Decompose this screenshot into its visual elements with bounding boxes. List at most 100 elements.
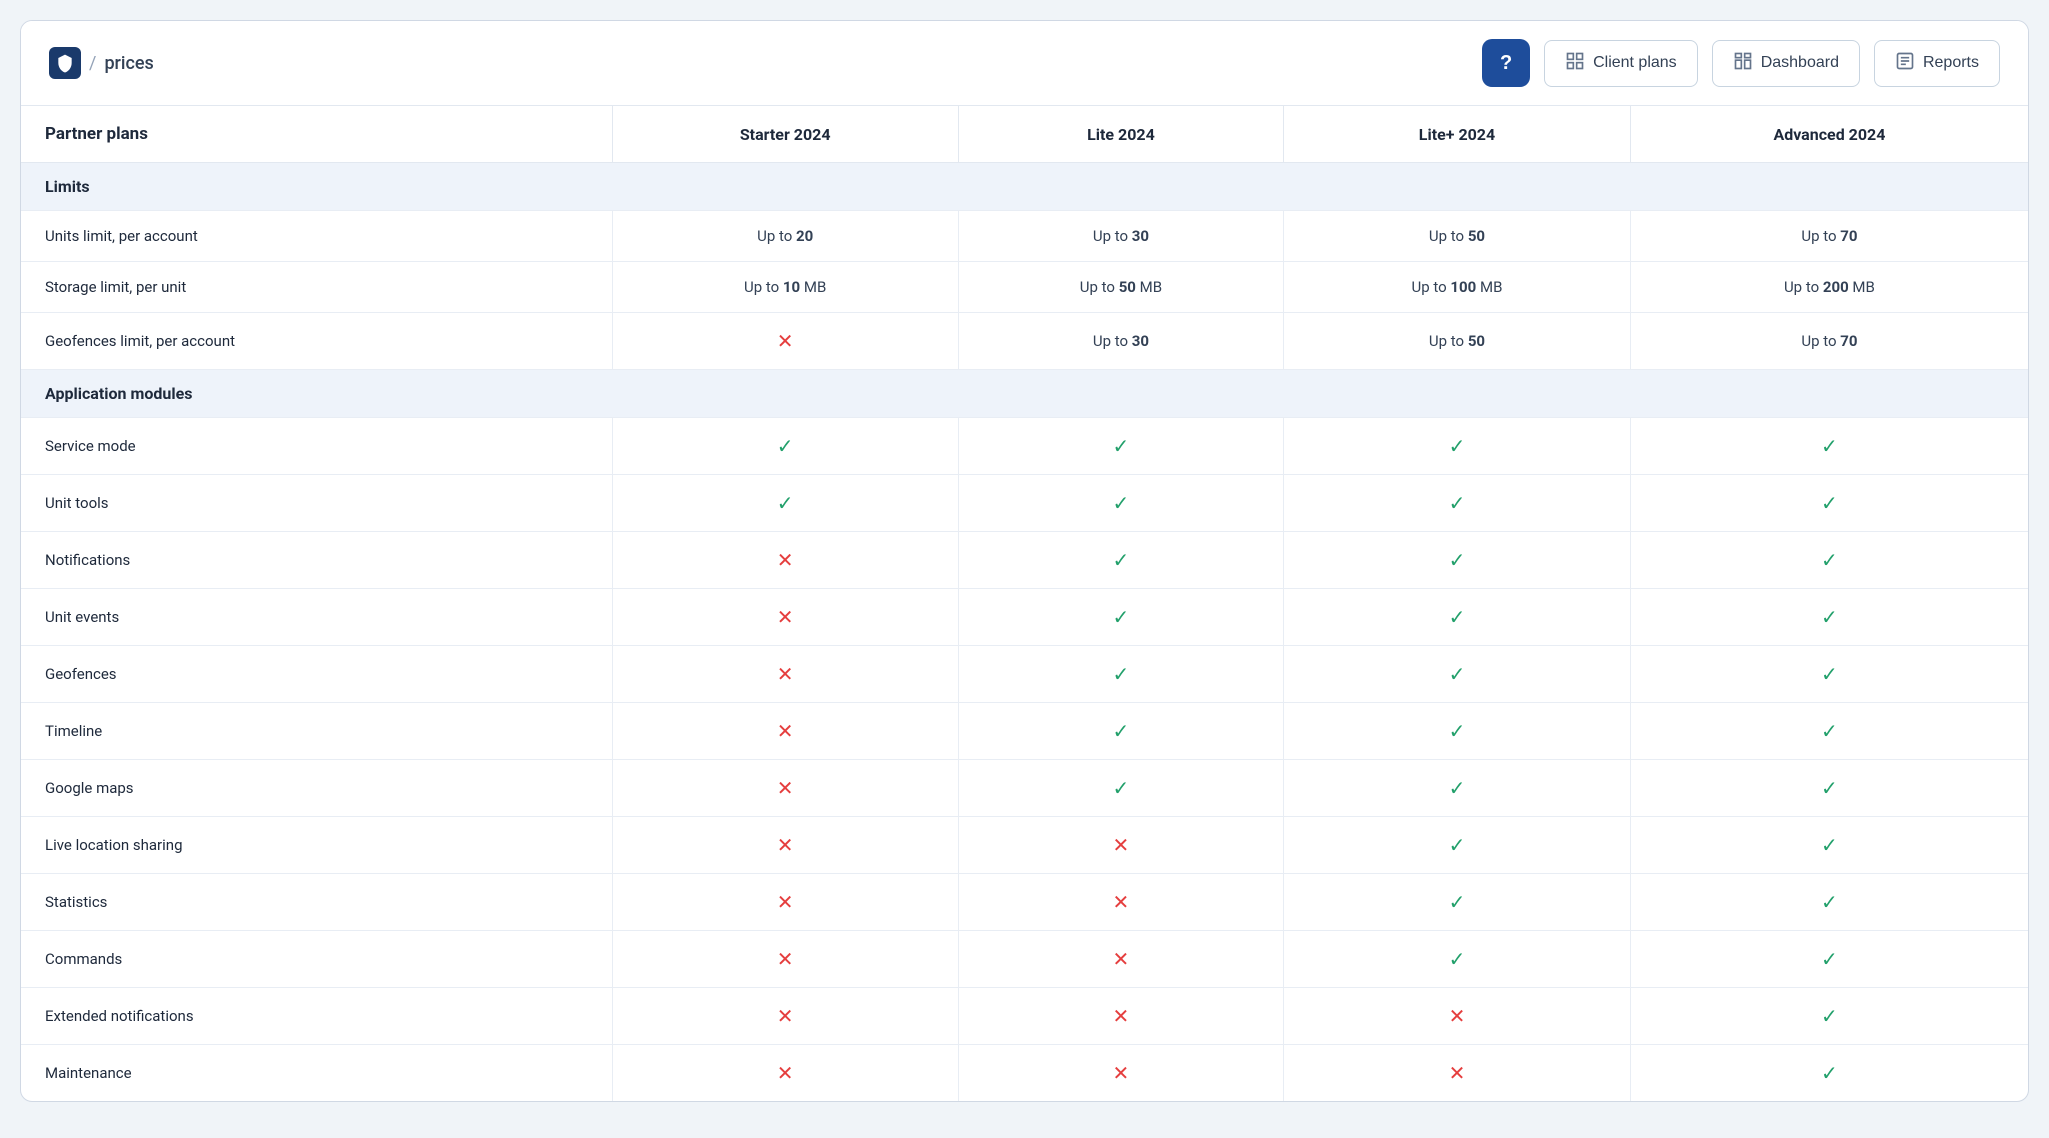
cell-lite_plus: ✓ [1284, 760, 1631, 817]
feature-cell: Notifications [21, 532, 612, 589]
check-icon: ✓ [1113, 776, 1130, 800]
cross-icon: ✕ [777, 947, 794, 971]
cell-advanced: ✓ [1630, 475, 2028, 532]
cell-lite: ✕ [958, 1045, 1283, 1102]
col-starter: Starter 2024 [612, 106, 958, 163]
col-lite: Lite 2024 [958, 106, 1283, 163]
feature-cell: Unit tools [21, 475, 612, 532]
check-icon: ✓ [1821, 947, 1838, 971]
check-icon: ✓ [777, 434, 794, 458]
table-row: Maintenance ✕ ✕ ✕ ✓ [21, 1045, 2028, 1102]
check-icon: ✓ [1449, 434, 1466, 458]
reports-label: Reports [1923, 54, 1979, 72]
table-row: Geofences✕✓✓✓ [21, 646, 2028, 703]
cell-lite: ✕ [958, 817, 1283, 874]
cell-starter: Up to 10 MB [612, 262, 958, 313]
breadcrumb-page: prices [104, 53, 153, 74]
cell-lite: ✕ [958, 988, 1283, 1045]
cell-starter: Up to 20 [612, 211, 958, 262]
cell-advanced: Up to 70 [1630, 313, 2028, 370]
main-container: / prices ? Client plans [20, 20, 2029, 1102]
table-row: Commands✕✕✓✓ [21, 931, 2028, 988]
feature-cell: Geofences [21, 646, 612, 703]
cell-lite_plus: ✕ [1284, 1045, 1631, 1102]
help-button[interactable]: ? [1482, 39, 1530, 87]
cell-lite_plus: ✓ [1284, 646, 1631, 703]
cell-starter: ✓ [612, 418, 958, 475]
dashboard-button[interactable]: Dashboard [1712, 40, 1860, 87]
table-header-row: Partner plans Starter 2024 Lite 2024 Lit… [21, 106, 2028, 163]
check-icon: ✓ [1821, 548, 1838, 572]
breadcrumb: / prices [49, 47, 1482, 79]
check-icon: ✓ [1821, 662, 1838, 686]
check-icon: ✓ [1821, 833, 1838, 857]
bold-value: 20 [796, 227, 813, 245]
cell-lite_plus: Up to 100 MB [1284, 262, 1631, 313]
cell-starter: ✕ [612, 532, 958, 589]
check-icon: ✓ [1449, 890, 1466, 914]
check-icon: ✓ [1113, 605, 1130, 629]
dashboard-label: Dashboard [1761, 54, 1839, 72]
feature-cell: Maintenance [21, 1045, 612, 1102]
cell-advanced: Up to 70 [1630, 211, 2028, 262]
shield-icon [49, 47, 81, 79]
cross-icon: ✕ [1113, 833, 1130, 857]
section-application-modules: Application modules [21, 370, 2028, 418]
dashboard-icon [1733, 51, 1753, 76]
client-plans-label: Client plans [1593, 54, 1677, 72]
feature-cell: Extended notifications [21, 988, 612, 1045]
bold-value: 10 [783, 278, 800, 296]
check-icon: ✓ [1449, 776, 1466, 800]
cell-lite: ✕ [958, 874, 1283, 931]
cell-advanced: ✓ [1630, 589, 2028, 646]
cell-advanced: ✓ [1630, 532, 2028, 589]
cell-lite_plus: ✓ [1284, 532, 1631, 589]
cell-lite: ✓ [958, 589, 1283, 646]
bold-value: 30 [1132, 332, 1149, 350]
feature-cell: Commands [21, 931, 612, 988]
cross-icon: ✕ [777, 1004, 794, 1028]
cell-lite_plus: ✓ [1284, 418, 1631, 475]
cross-icon: ✕ [777, 605, 794, 629]
pricing-table: Partner plans Starter 2024 Lite 2024 Lit… [21, 106, 2028, 1101]
check-icon: ✓ [1449, 719, 1466, 743]
feature-cell: Geofences limit, per account [21, 313, 612, 370]
check-icon: ✓ [1449, 491, 1466, 515]
table-row: Service mode✓✓✓✓ [21, 418, 2028, 475]
cell-starter: ✕ [612, 760, 958, 817]
cell-lite_plus: ✓ [1284, 931, 1631, 988]
cell-lite_plus: ✓ [1284, 703, 1631, 760]
bold-value: 50 [1119, 278, 1136, 296]
feature-cell: Timeline [21, 703, 612, 760]
cross-icon: ✕ [1113, 1004, 1130, 1028]
breadcrumb-separator: / [89, 53, 96, 74]
cross-icon: ✕ [777, 833, 794, 857]
client-plans-icon [1565, 51, 1585, 76]
cell-lite_plus: Up to 50 [1284, 211, 1631, 262]
col-lite-plus: Lite+ 2024 [1284, 106, 1631, 163]
client-plans-button[interactable]: Client plans [1544, 40, 1698, 87]
feature-cell: Unit events [21, 589, 612, 646]
cell-starter: ✕ [612, 988, 958, 1045]
bold-value: 50 [1468, 332, 1485, 350]
check-icon: ✓ [1821, 434, 1838, 458]
table-row: Google maps✕✓✓✓ [21, 760, 2028, 817]
cell-starter: ✕ [612, 703, 958, 760]
check-icon: ✓ [1821, 1061, 1838, 1085]
check-icon: ✓ [1821, 1004, 1838, 1028]
table-row: Unit tools✓✓✓✓ [21, 475, 2028, 532]
cell-starter: ✕ [612, 817, 958, 874]
cell-advanced: ✓ [1630, 703, 2028, 760]
cross-icon: ✕ [1113, 890, 1130, 914]
feature-cell: Live location sharing [21, 817, 612, 874]
cell-lite: ✓ [958, 646, 1283, 703]
cross-icon: ✕ [777, 1061, 794, 1085]
table-row: Statistics✕✕✓✓ [21, 874, 2028, 931]
check-icon: ✓ [1449, 947, 1466, 971]
table-row: Unit events✕✓✓✓ [21, 589, 2028, 646]
cross-icon: ✕ [1113, 1061, 1130, 1085]
cell-advanced: ✓ [1630, 646, 2028, 703]
cell-lite_plus: Up to 50 [1284, 313, 1631, 370]
reports-button[interactable]: Reports [1874, 40, 2000, 87]
check-icon: ✓ [1113, 491, 1130, 515]
